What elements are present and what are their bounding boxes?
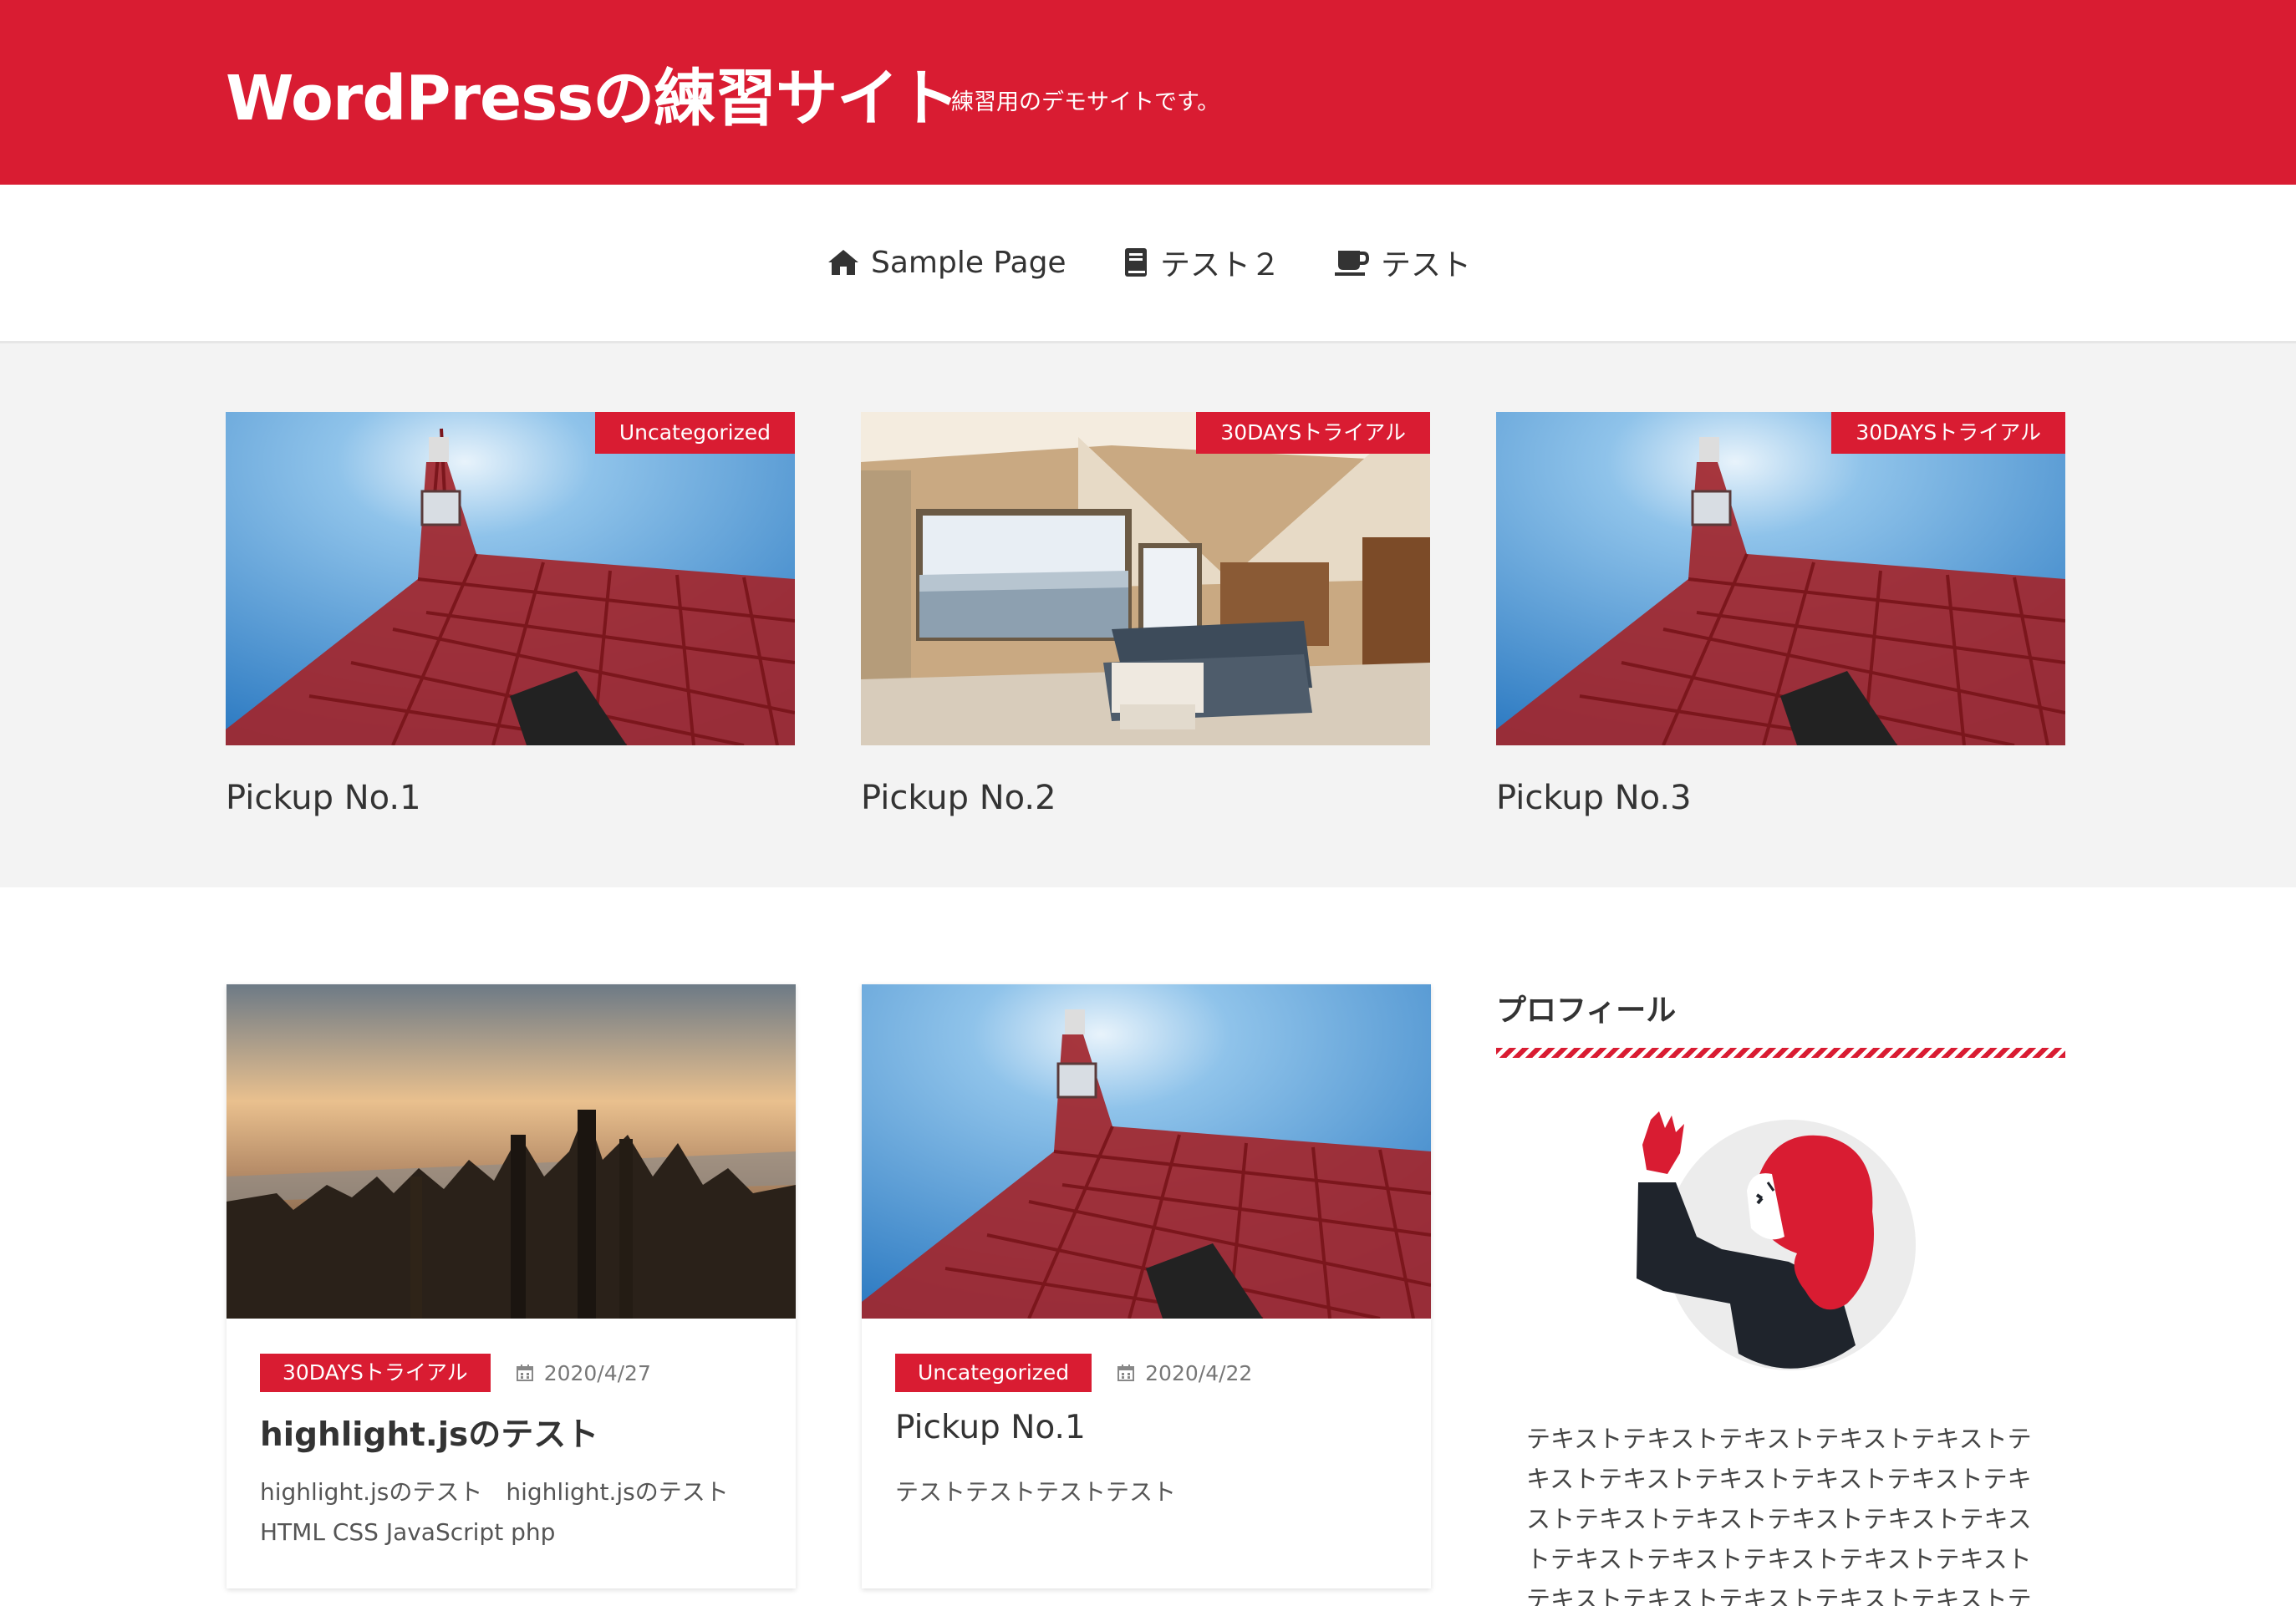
tokyo-tower-image bbox=[1496, 412, 2065, 745]
pickup-card-2[interactable]: 30DAYSトライアル Pickup No.2 bbox=[861, 412, 1430, 817]
pickup-image[interactable]: 30DAYSトライアル bbox=[861, 412, 1430, 745]
post-date-text: 2020/4/27 bbox=[543, 1360, 651, 1385]
pickup-section: Uncategorized Pickup No.1 30DAYSトライアル Pi… bbox=[0, 343, 2296, 887]
post-title[interactable]: Pickup No.1 bbox=[895, 1409, 1086, 1446]
site-header: WordPressの練習サイト 練習用のデモサイトです。 bbox=[0, 0, 2296, 185]
site-title[interactable]: WordPressの練習サイト bbox=[226, 48, 960, 138]
pickup-image[interactable]: 30DAYSトライアル bbox=[1496, 412, 2065, 745]
pickup-image[interactable]: Uncategorized bbox=[226, 412, 795, 745]
post-excerpt: highlight.jsのテスト highlight.jsのテスト HTML C… bbox=[260, 1478, 729, 1546]
nav-item-label: テスト２ bbox=[1160, 248, 1281, 282]
pickup-card-1[interactable]: Uncategorized Pickup No.1 bbox=[226, 412, 795, 817]
city-skyline-image bbox=[227, 984, 796, 1319]
site-description: 練習用のデモサイトです。 bbox=[951, 89, 1220, 115]
pickup-title[interactable]: Pickup No.2 bbox=[861, 779, 1430, 817]
post-date: 2020/4/27 bbox=[516, 1361, 651, 1385]
nav-item-test2[interactable]: テスト２ bbox=[1123, 241, 1280, 283]
post-meta: 30DAYSトライアル 2020/4/27 bbox=[260, 1354, 651, 1392]
global-nav: Sample Page テスト２ テスト bbox=[0, 185, 2296, 343]
tokyo-tower-image bbox=[226, 412, 795, 745]
post-thumbnail[interactable] bbox=[862, 984, 1431, 1319]
nav-item-sample-page[interactable]: Sample Page bbox=[827, 241, 1067, 283]
category-badge[interactable]: Uncategorized bbox=[594, 412, 795, 454]
category-badge[interactable]: 30DAYSトライアル bbox=[1831, 412, 2065, 454]
category-badge[interactable]: 30DAYSトライアル bbox=[260, 1354, 491, 1392]
calendar-icon bbox=[1117, 1365, 1135, 1381]
calendar-icon bbox=[516, 1365, 533, 1381]
widget-title-stripe bbox=[1496, 1048, 2065, 1058]
book-icon bbox=[1125, 248, 1147, 277]
category-badge[interactable]: 30DAYSトライアル bbox=[1196, 412, 1430, 454]
post-excerpt: テストテストテストテスト bbox=[895, 1478, 1177, 1506]
widget-title: プロフィール bbox=[1496, 994, 1677, 1028]
living-room-image bbox=[861, 412, 1430, 745]
post-card-2[interactable]: Uncategorized 2020/4/22 Pickup No.1 テストテ… bbox=[862, 984, 1431, 1588]
coffee-icon bbox=[1335, 251, 1369, 276]
pickup-card-3[interactable]: 30DAYSトライアル Pickup No.3 bbox=[1496, 412, 2065, 817]
nav-item-label: Sample Page bbox=[871, 245, 1067, 280]
pickup-title[interactable]: Pickup No.3 bbox=[1496, 779, 2065, 817]
home-icon bbox=[828, 250, 858, 275]
post-card-1[interactable]: 30DAYSトライアル 2020/4/27 highlight.jsのテスト h… bbox=[227, 984, 796, 1588]
post-meta: Uncategorized 2020/4/22 bbox=[895, 1354, 1252, 1392]
category-badge[interactable]: Uncategorized bbox=[895, 1354, 1092, 1392]
profile-text: テキストテキストテキストテキストテキストテキストテキストテキストテキストテキスト… bbox=[1526, 1425, 2032, 1606]
post-date-text: 2020/4/22 bbox=[1145, 1360, 1253, 1385]
post-title[interactable]: highlight.jsのテスト bbox=[260, 1409, 598, 1456]
profile-avatar bbox=[1637, 1111, 1916, 1370]
nav-item-test[interactable]: テスト bbox=[1334, 241, 1471, 283]
tokyo-tower-image bbox=[862, 984, 1431, 1319]
post-date: 2020/4/22 bbox=[1117, 1361, 1252, 1385]
post-thumbnail[interactable] bbox=[227, 984, 796, 1319]
pickup-title[interactable]: Pickup No.1 bbox=[226, 779, 795, 817]
nav-item-label: テスト bbox=[1381, 248, 1472, 282]
